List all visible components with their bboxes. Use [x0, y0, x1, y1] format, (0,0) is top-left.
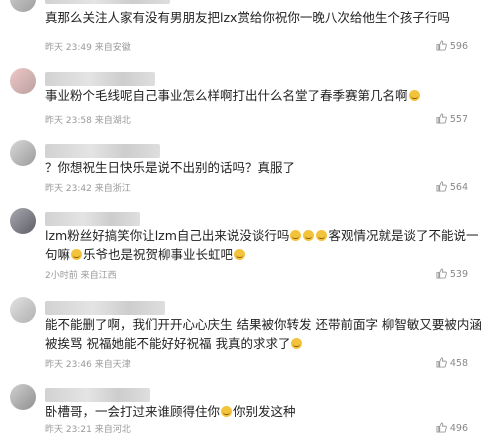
comment-item: 真那么关注人家有没有男朋友把lzx赏给你祝你一晚八次给他生个孩子行吗 昨天 23…	[0, 0, 500, 62]
comment-text-part: lzm粉丝好搞笑你让lzm自己出来说没谈行吗	[45, 228, 290, 243]
comment-text-body: 事业粉个毛线呢自己事业怎么样啊打出什么名堂了春季赛第几名啊	[45, 88, 408, 103]
comment-text-part: 乐爷也是祝贺柳事业长虹吧	[83, 247, 234, 262]
avatar[interactable]	[10, 208, 36, 234]
comment-meta: 昨天 23:42 来自浙江	[45, 181, 131, 194]
comment-meta: 昨天 23:21 来自河北	[45, 422, 131, 435]
comment-text-part: 你别发这种	[233, 404, 296, 419]
avatar[interactable]	[10, 297, 36, 323]
comment-time: 昨天 23:46	[45, 360, 92, 370]
thumbs-up-icon	[436, 40, 447, 51]
comment-location: 来自湖北	[94, 116, 131, 126]
comment-meta: 昨天 23:46 来自天津	[45, 357, 131, 370]
comment-location: 来自天津	[94, 360, 131, 370]
like-button[interactable]: 539	[436, 268, 468, 280]
comment-location: 来自河北	[94, 425, 131, 435]
comment-item: 事业粉个毛线呢自己事业怎么样啊打出什么名堂了春季赛第几名啊 昨天 23:58 来…	[0, 68, 500, 126]
avatar[interactable]	[10, 68, 36, 94]
comment-text: 能不能删了啊，我们开开心心庆生 结果被你转发 还带前面字 柳智敏又要被内涵被挨骂…	[45, 315, 488, 353]
thumbs-up-icon	[436, 357, 447, 368]
thumbs-up-icon	[436, 422, 447, 433]
comment-text-body: 能不能删了啊，我们开开心心庆生 结果被你转发 还带前面字 柳智敏又要被内涵被挨骂…	[45, 317, 482, 351]
laughing-crying-emoji-icon	[303, 230, 315, 241]
comment-list: 真那么关注人家有没有男朋友把lzx赏给你祝你一晚八次给他生个孩子行吗 昨天 23…	[0, 0, 500, 440]
comment-time: 昨天 23:21	[45, 425, 92, 435]
like-button[interactable]: 496	[436, 422, 468, 434]
username-blurred[interactable]	[45, 72, 155, 86]
comment-location: 来自浙江	[94, 184, 131, 194]
comment-time: 昨天 23:58	[45, 116, 92, 126]
like-button[interactable]: 557	[436, 113, 468, 125]
like-button[interactable]: 458	[436, 357, 468, 369]
username-blurred[interactable]	[45, 212, 140, 226]
laughing-crying-emoji-icon	[71, 249, 83, 260]
comment-text: lzm粉丝好搞笑你让lzm自己出来说没谈行吗 客观情况就是谈了不能说一句嘛 乐爷也是…	[45, 226, 488, 264]
thumbs-up-icon	[436, 113, 447, 124]
comment-item: 能不能删了啊，我们开开心心庆生 结果被你转发 还带前面字 柳智敏又要被内涵被挨骂…	[0, 297, 500, 375]
avatar[interactable]	[10, 0, 36, 12]
comment-location: 来自安徽	[94, 43, 131, 53]
laughing-crying-emoji-icon	[408, 90, 420, 101]
like-count: 539	[449, 269, 468, 280]
like-count: 557	[449, 114, 468, 125]
comment-meta: 昨天 23:58 来自湖北	[45, 113, 131, 126]
comment-time: 2小时前	[45, 271, 78, 281]
comment-time: 昨天 23:49	[45, 43, 92, 53]
like-count: 564	[449, 182, 468, 193]
thumbs-up-icon	[436, 181, 447, 192]
avatar[interactable]	[10, 140, 36, 166]
comment-text: ？你想祝生日快乐是说不出别的话吗？真服了	[45, 160, 296, 175]
comment-item: 卧槽哥，一会打过来谁顾得住你 你别发这种 昨天 23:21 来自河北 496	[0, 384, 500, 440]
like-count: 458	[449, 358, 468, 369]
comment-meta: 2小时前 来自江西	[45, 268, 117, 281]
username-blurred[interactable]	[45, 0, 170, 4]
laughing-crying-emoji-icon	[316, 230, 328, 241]
like-button[interactable]: 596	[436, 40, 468, 52]
smile-emoji-icon	[221, 406, 233, 417]
username-blurred[interactable]	[45, 144, 160, 158]
username-blurred[interactable]	[45, 388, 150, 402]
like-button[interactable]: 564	[436, 181, 468, 193]
comment-meta: 昨天 23:49 来自安徽	[45, 40, 131, 53]
username-blurred[interactable]	[45, 301, 165, 315]
comment-item: ？你想祝生日快乐是说不出别的话吗？真服了 昨天 23:42 来自浙江 564	[0, 140, 500, 198]
laughing-crying-emoji-icon	[291, 338, 303, 349]
avatar[interactable]	[10, 384, 36, 410]
comment-text: 真那么关注人家有没有男朋友把lzx赏给你祝你一晚八次给他生个孩子行吗	[45, 10, 450, 25]
comment-location: 来自江西	[80, 271, 117, 281]
thumbs-up-icon	[436, 268, 447, 279]
smile-emoji-icon	[234, 249, 246, 260]
comment-text: 卧槽哥，一会打过来谁顾得住你 你别发这种	[45, 402, 488, 421]
comment-time: 昨天 23:42	[45, 184, 92, 194]
laughing-crying-emoji-icon	[290, 230, 302, 241]
like-count: 496	[449, 423, 468, 434]
comment-text: 事业粉个毛线呢自己事业怎么样啊打出什么名堂了春季赛第几名啊	[45, 86, 488, 105]
comment-item: lzm粉丝好搞笑你让lzm自己出来说没谈行吗 客观情况就是谈了不能说一句嘛 乐爷也是…	[0, 208, 500, 286]
like-count: 596	[449, 41, 468, 52]
comment-text-part: 卧槽哥，一会打过来谁顾得住你	[45, 404, 221, 419]
